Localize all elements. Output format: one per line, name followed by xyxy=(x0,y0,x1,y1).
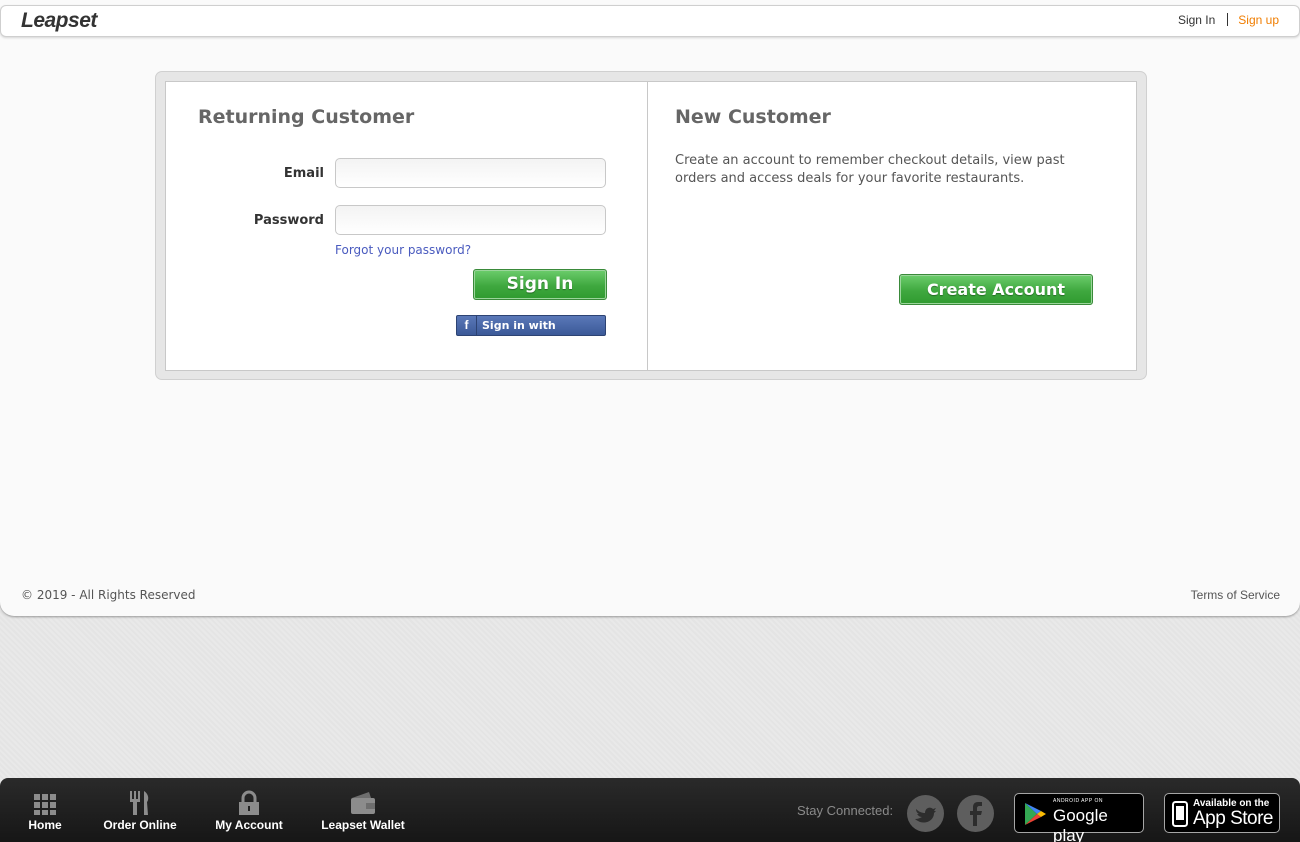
facebook-signin-button[interactable]: f Sign in with Facebook xyxy=(456,315,606,351)
page-content: Leapset Sign In Sign up Returning Custome… xyxy=(0,0,1300,616)
twitter-icon xyxy=(915,807,936,823)
returning-customer-section: Returning Customer Email Password Forgot… xyxy=(166,82,648,370)
facebook-social-button[interactable] xyxy=(957,795,994,832)
login-panel: Returning Customer Email Password Forgot… xyxy=(155,71,1147,380)
google-play-text: Google play xyxy=(1053,806,1108,842)
terms-of-service-link[interactable]: Terms of Service xyxy=(1191,588,1280,602)
grid-icon xyxy=(34,794,56,815)
bottom-nav-bar: Home Order Online My Account Leapset Wal… xyxy=(0,778,1300,842)
auth-links: Sign In Sign up xyxy=(1178,13,1279,27)
email-field[interactable] xyxy=(335,158,606,188)
returning-customer-title: Returning Customer xyxy=(198,106,415,128)
header-signin-link[interactable]: Sign In xyxy=(1178,13,1215,27)
email-label: Email xyxy=(283,166,324,181)
link-divider xyxy=(1227,13,1229,26)
nav-order-online[interactable]: Order Online xyxy=(102,790,178,832)
nav-home-label: Home xyxy=(28,818,62,832)
nav-order-online-label: Order Online xyxy=(103,818,177,832)
password-field[interactable] xyxy=(335,205,606,235)
new-customer-description: Create an account to remember checkout d… xyxy=(675,153,1065,186)
wallet-icon xyxy=(351,792,375,814)
leapset-logo[interactable]: Leapset xyxy=(21,9,97,33)
top-header: Leapset Sign In Sign up xyxy=(0,5,1300,37)
facebook-icon: f xyxy=(457,316,477,335)
nav-leapset-wallet[interactable]: Leapset Wallet xyxy=(319,790,407,832)
nav-my-account-label: My Account xyxy=(215,818,283,832)
nav-leapset-wallet-label: Leapset Wallet xyxy=(321,818,405,832)
app-store-badge[interactable]: Available on the App Store xyxy=(1164,793,1280,833)
fork-knife-icon xyxy=(130,791,149,815)
facebook-social-icon xyxy=(970,802,982,826)
stay-connected-label: Stay Connected: xyxy=(797,803,894,818)
nav-home[interactable]: Home xyxy=(26,790,64,832)
google-play-icon xyxy=(1025,803,1046,825)
password-label: Password xyxy=(253,213,324,228)
forgot-password-link[interactable]: Forgot your password? xyxy=(335,243,471,257)
signin-button[interactable]: Sign In xyxy=(473,269,607,300)
copyright-text: © 2019 - All Rights Reserved xyxy=(21,588,196,602)
create-account-button[interactable]: Create Account xyxy=(899,274,1093,305)
header-signup-link[interactable]: Sign up xyxy=(1238,13,1279,27)
app-store-text: App Store xyxy=(1193,808,1274,829)
login-panel-inner: Returning Customer Email Password Forgot… xyxy=(165,81,1137,371)
twitter-button[interactable] xyxy=(907,795,944,832)
google-play-badge[interactable]: ANDROID APP ON Google play xyxy=(1014,793,1144,842)
lock-icon xyxy=(239,790,259,815)
new-customer-title: New Customer xyxy=(675,106,831,128)
phone-icon xyxy=(1172,801,1188,827)
google-play-small-text: ANDROID APP ON xyxy=(1053,798,1103,804)
new-customer-section: New Customer Create an account to rememb… xyxy=(649,82,1136,370)
nav-my-account[interactable]: My Account xyxy=(213,790,285,832)
